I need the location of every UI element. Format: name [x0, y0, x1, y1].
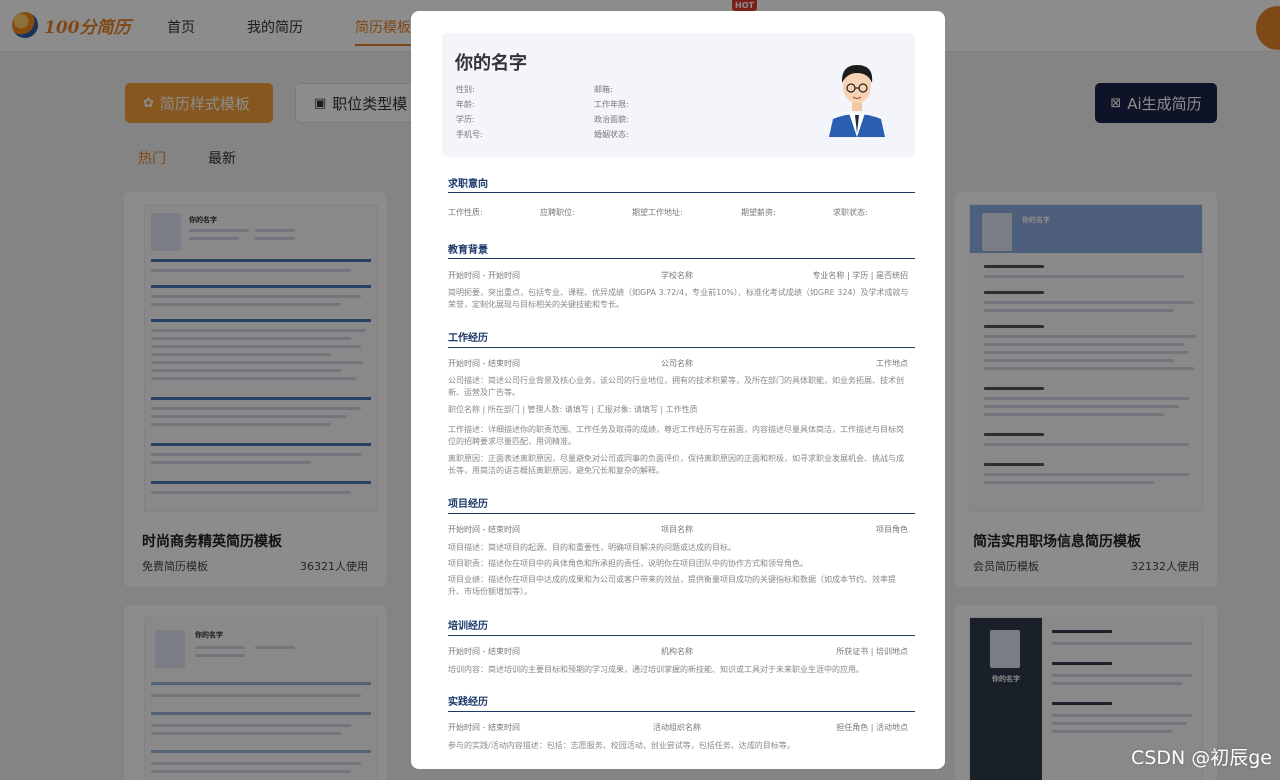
section-divider: [448, 635, 915, 636]
info-phone: 手机号:: [456, 130, 483, 139]
field-work-nature: 工作性质:: [448, 208, 483, 217]
project-role: 项目角色: [876, 525, 908, 534]
section-divider: [448, 258, 915, 259]
project-name: 项目名称: [661, 525, 693, 534]
practice-org: 活动组织名称: [653, 723, 701, 732]
training-org: 机构名称: [661, 647, 693, 656]
work-company-desc: 公司描述：简述公司行业背景及核心业务，该公司的行业地位，拥有的技术积累等，及所在…: [448, 376, 904, 397]
training-time: 开始时间 - 结束时间: [448, 647, 520, 656]
section-title-intention: 求职意向: [448, 179, 488, 190]
resume-preview-modal: 你的名字 性别: 年龄: 学历: 手机号: 邮箱: 工作年限: 政治面貌: 婚姻…: [411, 11, 945, 769]
info-marital: 婚姻状态:: [594, 130, 629, 139]
field-expected-salary: 期望薪资:: [741, 208, 776, 217]
education-school: 学校名称: [661, 271, 693, 280]
project-result: 项目业绩：描述你在项目中达成的成果和为公司或客户带来的效益，提供衡量项目成功的关…: [448, 575, 896, 596]
section-divider: [448, 711, 915, 712]
section-title-practice: 实践经历: [448, 697, 488, 708]
project-time: 开始时间 - 结束时间: [448, 525, 520, 534]
info-email: 邮箱:: [594, 85, 613, 94]
project-duty: 项目职责：描述你在项目中的具体角色和所承担的责任，说明你在项目团队中的协作方式和…: [448, 559, 808, 568]
education-major: 专业名称 | 学历 | 是否统招: [812, 271, 908, 280]
practice-role: 担任角色 | 活动地点: [836, 723, 908, 732]
education-desc: 简明扼要，突出重点，包括专业、课程、优异成绩（如GPA 3.72/4，专业前10…: [448, 288, 909, 309]
section-divider: [448, 347, 915, 348]
resume-header: 你的名字 性别: 年龄: 学历: 手机号: 邮箱: 工作年限: 政治面貌: 婚姻…: [442, 33, 915, 157]
info-work-years: 工作年限:: [594, 100, 629, 109]
work-time: 开始时间 - 结束时间: [448, 359, 520, 368]
section-divider: [448, 513, 915, 514]
resume-name: 你的名字: [455, 53, 527, 74]
work-desc: 工作描述：详细描述你的职责范围、工作任务及取得的成绩，尊近工作经历写在前面，内容…: [448, 425, 904, 446]
work-leave-reason: 离职原因：正面表述离职原因，尽量避免对公司或同事的负面评价，保持离职原因的正面和…: [448, 454, 904, 475]
work-location: 工作地点: [876, 359, 908, 368]
profile-photo: [823, 53, 891, 137]
info-political: 政治面貌:: [594, 115, 629, 124]
practice-time: 开始时间 - 结束时间: [448, 723, 520, 732]
section-title-project: 项目经历: [448, 499, 488, 510]
watermark: CSDN @初辰ge: [1131, 747, 1272, 769]
info-education: 学历:: [456, 115, 475, 124]
work-position-line: 职位名称 | 所在部门 | 管理人数: 请填写 | 汇报对象: 请填写 | 工作…: [448, 405, 698, 414]
work-company: 公司名称: [661, 359, 693, 368]
info-age: 年龄:: [456, 100, 475, 109]
field-expected-location: 期望工作地址:: [632, 208, 683, 217]
training-desc: 培训内容：简述培训的主要目标和预期的学习成果，通过培训掌握的新技能、知识或工具对…: [448, 665, 864, 674]
section-title-work: 工作经历: [448, 333, 488, 344]
section-title-education: 教育背景: [448, 245, 488, 256]
section-title-training: 培训经历: [448, 621, 488, 632]
section-divider: [448, 192, 915, 193]
education-time: 开始时间 - 开始时间: [448, 271, 520, 280]
field-position: 应聘职位:: [540, 208, 575, 217]
info-gender: 性别:: [456, 85, 475, 94]
practice-desc: 参与的实践/活动内容描述：包括：志愿服务、校园活动、创业尝试等，包括任务、达成的…: [448, 741, 795, 750]
field-job-status: 求职状态:: [833, 208, 868, 217]
training-cert: 所获证书 | 培训地点: [836, 647, 908, 656]
project-desc: 项目描述：简述项目的起源、目的和重要性，明确项目解决的问题或达成的目标。: [448, 543, 736, 552]
